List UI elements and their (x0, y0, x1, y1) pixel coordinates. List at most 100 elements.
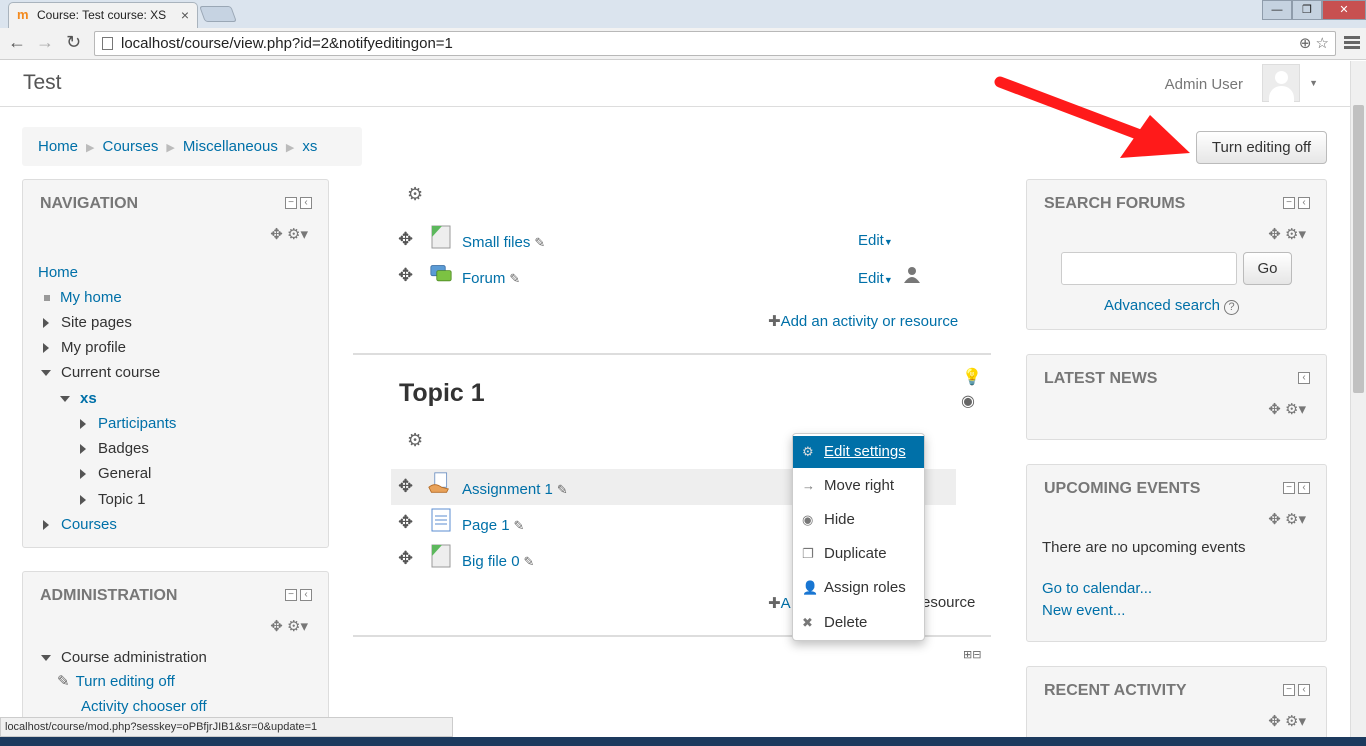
expand-arrow-icon[interactable] (43, 520, 49, 531)
search-go-button[interactable]: Go (1243, 252, 1292, 285)
block-move-gear-icon[interactable]: ✥ ⚙▾ (1268, 400, 1306, 418)
nav-item-general[interactable]: General (80, 465, 151, 482)
menu-delete[interactable]: ✖ Delete (793, 607, 924, 639)
section-settings-gear-icon[interactable]: ⚙ (407, 184, 423, 205)
activity-forum[interactable]: Forum ✎ (462, 270, 520, 287)
section-settings-gear-icon[interactable]: ⚙ (407, 430, 423, 451)
edit-title-pencil-icon[interactable]: ✎ (534, 235, 545, 250)
browser-tab[interactable]: m Course: Test course: XS × (8, 2, 198, 28)
menu-edit-settings[interactable]: ⚙ Edit settings (793, 436, 924, 468)
breadcrumb-home[interactable]: Home (38, 138, 78, 155)
admin-course-administration[interactable]: Course administration (41, 649, 207, 666)
zoom-star-icons[interactable]: ⊕ ☆ (1299, 32, 1329, 55)
admin-turn-editing-off[interactable]: ✎ Turn editing off (57, 672, 175, 690)
collapse-icon[interactable]: − (285, 197, 297, 209)
collapse-icon[interactable]: − (1283, 482, 1295, 494)
move-icon[interactable]: ✥ (398, 229, 413, 250)
address-bar[interactable]: localhost/course/view.php?id=2&notifyedi… (94, 31, 1336, 56)
expand-collapse-icon[interactable]: ⊞⊟ (963, 648, 981, 661)
add-activity-link[interactable]: ✚Add an activity or resource (768, 312, 958, 330)
restore-icon[interactable]: ❐ (1292, 0, 1322, 20)
menu-duplicate[interactable]: ❐ Duplicate (793, 538, 924, 570)
user-menu-caret-icon[interactable]: ▼ (1309, 78, 1318, 88)
forward-arrow-icon[interactable]: → (36, 32, 54, 53)
expand-arrow-icon[interactable] (80, 495, 86, 506)
reload-icon[interactable]: ↻ (66, 32, 81, 53)
activity-small-files[interactable]: Small files ✎ (462, 234, 545, 251)
collapse-arrow-icon[interactable] (41, 655, 51, 662)
move-icon[interactable]: ✥ (398, 512, 413, 533)
edit-menu-small-files[interactable]: Edit▼ (858, 232, 893, 249)
new-tab-button[interactable] (199, 6, 237, 22)
block-move-gear-icon[interactable]: ✥ ⚙▾ (1268, 225, 1306, 243)
nav-item-courses[interactable]: Courses (43, 516, 117, 533)
browser-menu-icon[interactable] (1344, 36, 1360, 51)
add-activity-link-left[interactable]: ✚A (768, 594, 791, 612)
window-close-icon[interactable]: ✕ (1322, 0, 1366, 20)
expand-arrow-icon[interactable] (43, 318, 49, 329)
nav-item-participants[interactable]: Participants (80, 415, 176, 432)
edit-title-pencil-icon[interactable]: ✎ (514, 518, 525, 533)
collapse-icon[interactable]: − (1283, 684, 1295, 696)
scrollbar-thumb[interactable] (1353, 105, 1364, 393)
nav-item-my-home[interactable]: My home (44, 289, 122, 306)
go-to-calendar-link[interactable]: Go to calendar... (1042, 580, 1152, 597)
minimize-icon[interactable]: — (1262, 0, 1292, 20)
edit-title-pencil-icon[interactable]: ✎ (557, 482, 568, 497)
activity-page-1[interactable]: Page 1 ✎ (462, 517, 524, 534)
activity-assignment-1[interactable]: Assignment 1 ✎ (462, 481, 568, 498)
visibility-eye-icon[interactable]: ◉ (961, 391, 975, 411)
breadcrumb-courses[interactable]: Courses (102, 138, 158, 155)
avatar[interactable] (1262, 64, 1300, 102)
nav-item-xs[interactable]: xs (60, 390, 97, 407)
help-icon[interactable]: ? (1224, 300, 1240, 315)
expand-arrow-icon[interactable] (43, 343, 49, 354)
back-arrow-icon[interactable]: ← (8, 32, 26, 53)
add-activity-link-right[interactable]: esource (922, 594, 975, 611)
activity-big-file-0[interactable]: Big file 0 ✎ (462, 553, 534, 570)
site-name[interactable]: Test (23, 71, 62, 95)
new-event-link[interactable]: New event... (1042, 602, 1125, 619)
edit-title-pencil-icon[interactable]: ✎ (509, 271, 520, 286)
block-move-gear-icon[interactable]: ✥ ⚙▾ (1268, 510, 1306, 528)
search-forums-input[interactable] (1061, 252, 1237, 285)
collapse-arrow-icon[interactable] (41, 370, 51, 377)
menu-assign-roles[interactable]: 👤 Assign roles (793, 572, 924, 604)
move-icon[interactable]: ✥ (398, 476, 413, 497)
dock-icon[interactable]: ‹ (1298, 372, 1310, 384)
edit-menu-forum[interactable]: Edit▼ (858, 270, 893, 287)
block-move-gear-icon[interactable]: ✥ ⚙▾ (270, 225, 308, 243)
breadcrumb-xs[interactable]: xs (302, 138, 317, 155)
admin-activity-chooser-off[interactable]: Activity chooser off (81, 698, 207, 715)
expand-arrow-icon[interactable] (80, 419, 86, 430)
block-move-gear-icon[interactable]: ✥ ⚙▾ (270, 617, 308, 635)
page-scrollbar[interactable] (1350, 61, 1366, 746)
menu-move-right[interactable]: → Move right (793, 470, 924, 502)
dock-icon[interactable]: ‹ (1298, 684, 1310, 696)
expand-arrow-icon[interactable] (80, 444, 86, 455)
breadcrumb-miscellaneous[interactable]: Miscellaneous (183, 138, 278, 155)
dock-icon[interactable]: ‹ (300, 197, 312, 209)
nav-item-badges[interactable]: Badges (80, 440, 149, 457)
group-mode-user-icon[interactable] (903, 266, 921, 284)
block-move-gear-icon[interactable]: ✥ ⚙▾ (1268, 712, 1306, 730)
collapse-arrow-icon[interactable] (60, 396, 70, 403)
nav-item-current-course[interactable]: Current course (41, 364, 160, 381)
dock-icon[interactable]: ‹ (1298, 482, 1310, 494)
highlight-lightbulb-icon[interactable]: 💡 (962, 367, 982, 387)
nav-item-home[interactable]: Home (38, 264, 78, 281)
nav-item-my-profile[interactable]: My profile (43, 339, 126, 356)
expand-arrow-icon[interactable] (80, 469, 86, 480)
collapse-icon[interactable]: − (1283, 197, 1295, 209)
turn-editing-off-button[interactable]: Turn editing off (1196, 131, 1327, 164)
collapse-icon[interactable]: − (285, 589, 297, 601)
dock-icon[interactable]: ‹ (1298, 197, 1310, 209)
nav-item-site-pages[interactable]: Site pages (43, 314, 132, 331)
dock-icon[interactable]: ‹ (300, 589, 312, 601)
menu-hide[interactable]: ◉ Hide (793, 504, 924, 536)
edit-title-pencil-icon[interactable]: ✎ (524, 554, 535, 569)
move-icon[interactable]: ✥ (398, 548, 413, 569)
nav-item-topic-1[interactable]: Topic 1 (80, 491, 146, 508)
move-icon[interactable]: ✥ (398, 265, 413, 286)
advanced-search-link[interactable]: Advanced search ? (1104, 297, 1240, 315)
